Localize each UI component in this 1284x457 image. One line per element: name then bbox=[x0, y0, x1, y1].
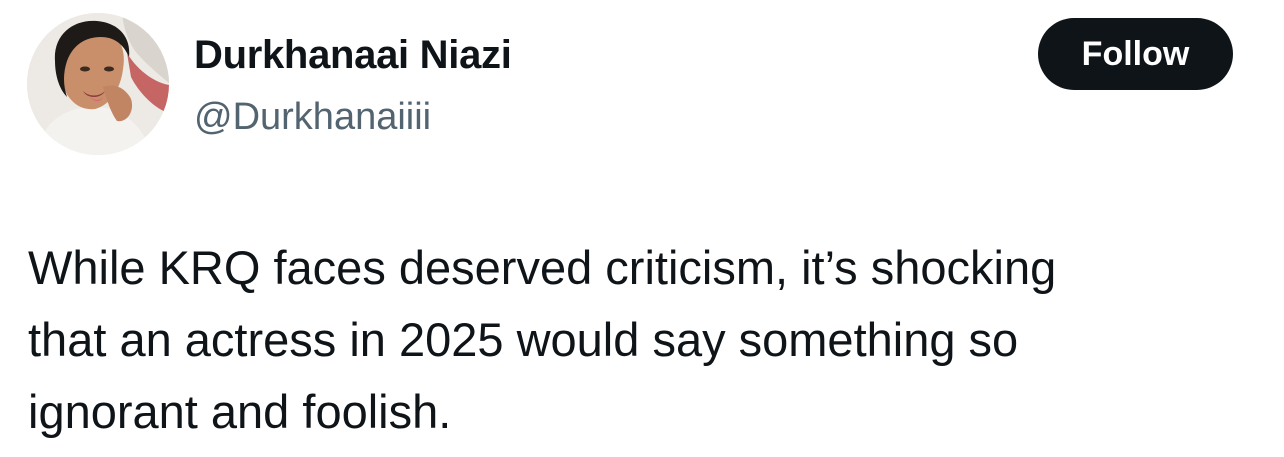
tweet-text-line: ignorant and foolish. bbox=[28, 385, 452, 438]
user-handle[interactable]: @Durkhanaiiii bbox=[194, 95, 512, 139]
tweet-text-line: that an actress in 2025 would say someth… bbox=[28, 313, 1019, 366]
tweet-text-line: While KRQ faces deserved criticism, it’s… bbox=[28, 241, 1057, 294]
tweet-text: While KRQ faces deserved criticism, it’s… bbox=[28, 232, 1258, 448]
profile-photo-icon bbox=[27, 13, 169, 155]
follow-button[interactable]: Follow bbox=[1038, 18, 1233, 90]
user-info: Durkhanaai Niazi @Durkhanaiiii bbox=[194, 30, 512, 139]
display-name[interactable]: Durkhanaai Niazi bbox=[194, 30, 512, 80]
tweet-card: Durkhanaai Niazi @Durkhanaiiii Follow Wh… bbox=[0, 0, 1284, 457]
avatar[interactable] bbox=[27, 13, 169, 155]
